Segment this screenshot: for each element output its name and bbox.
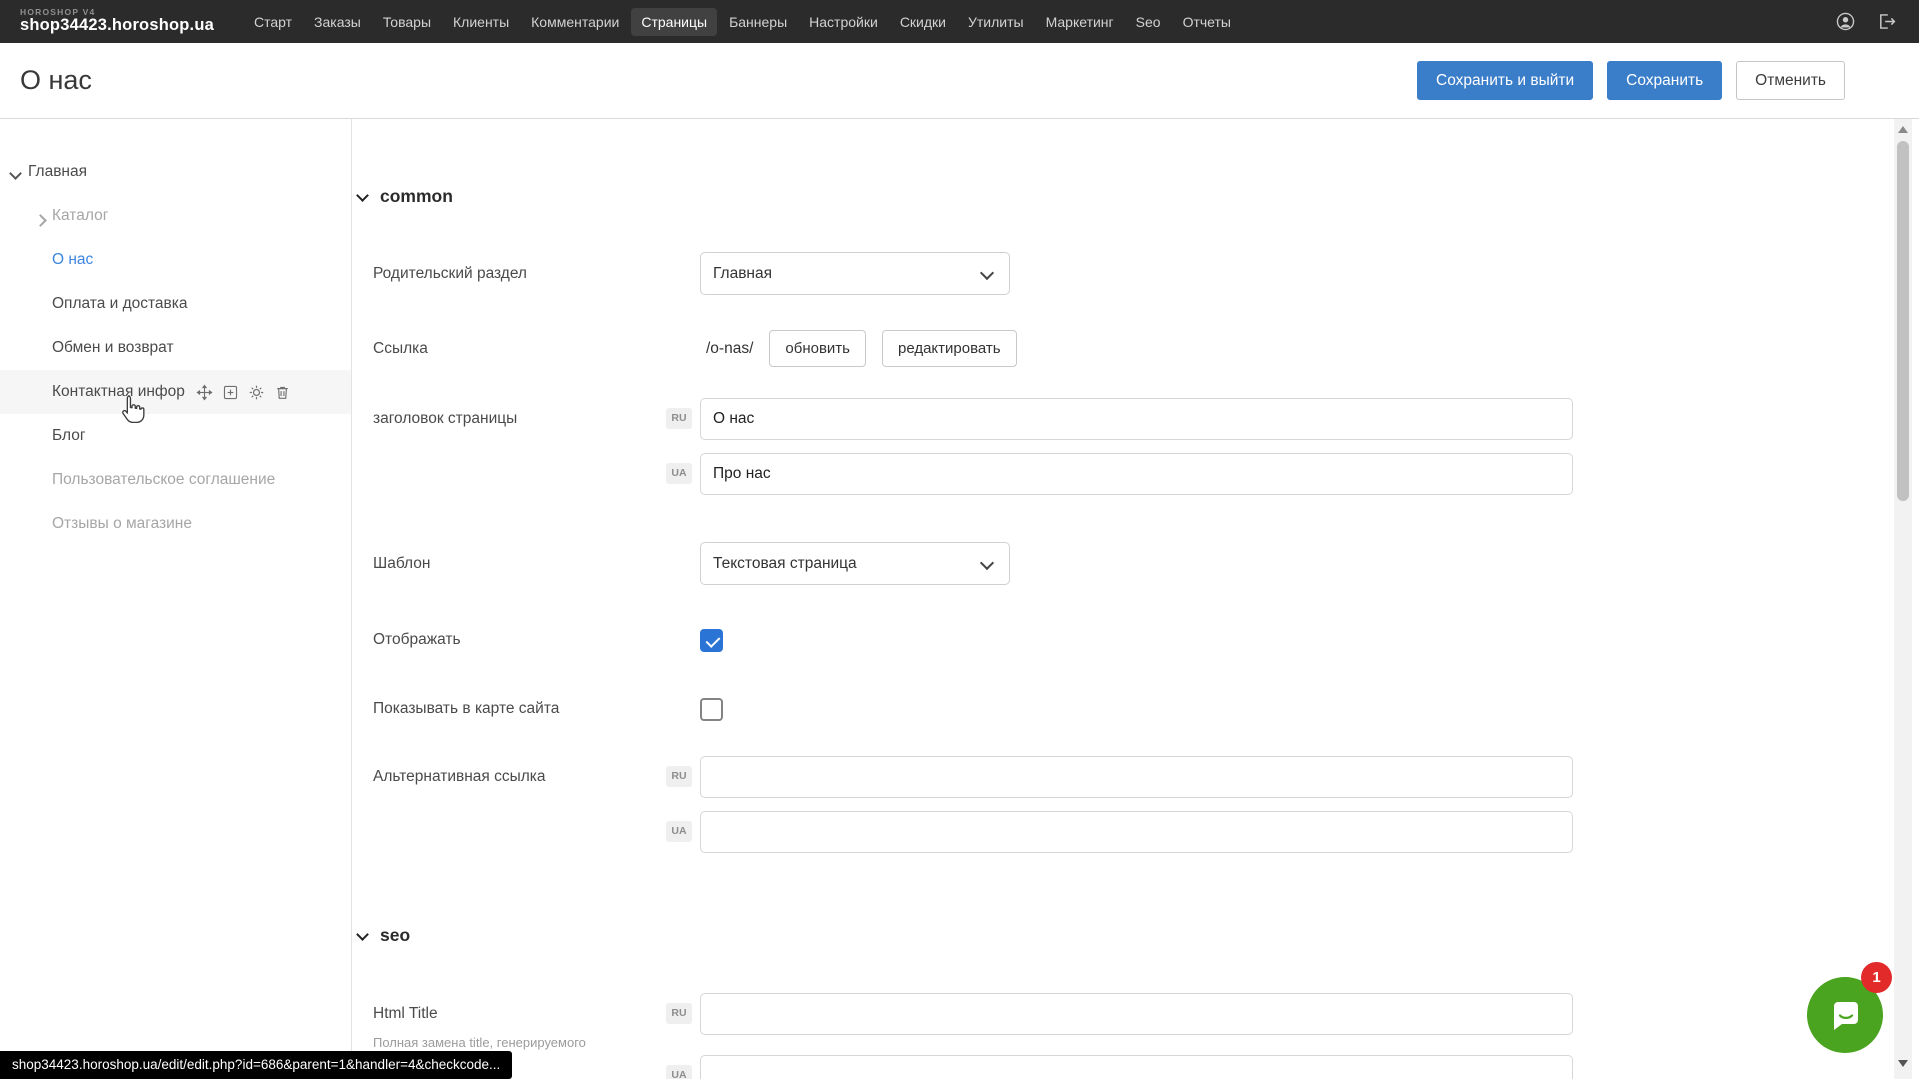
display-label: Отображать <box>373 628 461 652</box>
scrollbar-thumb[interactable] <box>1897 141 1909 501</box>
sidebar-item[interactable]: Оплата и доставка <box>0 282 351 326</box>
sidebar-item-label: Пользовательское соглашение <box>52 471 275 489</box>
lang-badge-ua: UA <box>666 463 692 484</box>
chat-unread-badge: 1 <box>1861 962 1892 993</box>
template-select[interactable]: Текстовая страница <box>700 542 1010 585</box>
status-url-bar: shop34423.horoshop.ua/edit/edit.php?id=6… <box>0 1051 512 1079</box>
edit-link-button[interactable]: редактировать <box>882 330 1017 367</box>
nav-menu: Старт Заказы Товары Клиенты Комментарии … <box>243 8 1242 36</box>
sidebar-item-actions <box>196 384 291 401</box>
sitemap-checkbox[interactable] <box>700 698 723 721</box>
page-title-label: заголовок страницы <box>373 398 517 440</box>
page: HOROSHOP V4 shop34423.horoshop.ua Старт … <box>0 0 1919 1079</box>
nav-item[interactable]: Комментарии <box>521 8 629 36</box>
header-buttons: Сохранить и выйти Сохранить Отменить <box>1417 61 1845 100</box>
chevron-down-icon <box>357 191 368 202</box>
nav-item[interactable]: Отчеты <box>1173 8 1241 36</box>
sidebar-item-label: Отзывы о магазине <box>52 515 192 533</box>
logo-shop-domain: shop34423.horoshop.ua <box>20 17 243 34</box>
sidebar-item[interactable]: Отзывы о магазине <box>0 502 351 546</box>
nav-item[interactable]: Старт <box>244 8 302 36</box>
alt-link-ru-input[interactable] <box>700 756 1573 798</box>
nav-item[interactable]: Товары <box>373 8 441 36</box>
html-title-label: Html Title <box>373 993 438 1035</box>
sidebar-item-label: Блог <box>52 427 86 445</box>
cancel-button[interactable]: Отменить <box>1736 61 1845 100</box>
sidebar-item-label: Каталог <box>52 207 108 225</box>
alt-link-label: Альтернативная ссылка <box>373 756 546 798</box>
tree-chevron-icon[interactable] <box>34 216 46 228</box>
nav-item[interactable]: Seo <box>1126 8 1171 36</box>
link-path: /o-nas/ <box>706 340 753 358</box>
nav-item[interactable]: Скидки <box>890 8 956 36</box>
settings-gear-icon[interactable] <box>248 384 265 401</box>
nav-item[interactable]: Заказы <box>304 8 371 36</box>
account-icon[interactable] <box>1835 11 1856 32</box>
page-title-ua-input[interactable] <box>700 453 1573 495</box>
logo[interactable]: HOROSHOP V4 shop34423.horoshop.ua <box>20 8 243 34</box>
logout-icon[interactable] <box>1876 11 1897 32</box>
sidebar-item[interactable]: Обмен и возврат <box>0 326 351 370</box>
sidebar-item[interactable]: Пользовательское соглашение <box>0 458 351 502</box>
nav-item[interactable]: Баннеры <box>719 8 797 36</box>
chat-bubble-icon <box>1825 995 1865 1035</box>
section-seo-title: seo <box>380 925 410 946</box>
chevron-down-icon <box>357 930 368 941</box>
scrollbar-down-arrow[interactable] <box>1898 1060 1908 1067</box>
nav-item[interactable]: Клиенты <box>443 8 519 36</box>
lang-badge-ru: RU <box>666 766 692 787</box>
scrollbar-up-arrow[interactable] <box>1898 126 1908 133</box>
link-row: /o-nas/ обновить редактировать <box>706 330 1017 367</box>
sitemap-label: Показывать в карте сайта <box>373 697 559 721</box>
pages-tree-sidebar: Главная <box>0 119 352 1079</box>
move-icon[interactable] <box>196 384 213 401</box>
html-title-hint: Полная замена title, генерируемого <box>373 1035 586 1050</box>
nav-right <box>1835 11 1897 32</box>
parent-section-value: Главная <box>713 265 772 282</box>
template-label: Шаблон <box>373 542 430 585</box>
section-seo[interactable]: seo <box>357 925 410 946</box>
html-title-ua-input[interactable] <box>700 1055 1573 1079</box>
refresh-link-button[interactable]: обновить <box>769 330 866 367</box>
parent-section-label: Родительский раздел <box>373 252 527 295</box>
link-label: Ссылка <box>373 330 428 367</box>
lang-badge-ru: RU <box>666 1003 692 1024</box>
nav-item[interactable]: Маркетинг <box>1036 8 1124 36</box>
html-title-ru-input[interactable] <box>700 993 1573 1035</box>
sidebar-item[interactable]: Блог <box>0 414 351 458</box>
section-common[interactable]: common <box>357 186 453 207</box>
top-navbar: HOROSHOP V4 shop34423.horoshop.ua Старт … <box>0 0 1919 43</box>
lang-badge-ua: UA <box>666 1065 692 1079</box>
nav-item[interactable]: Настройки <box>799 8 888 36</box>
nav-item[interactable]: Утилиты <box>958 8 1034 36</box>
delete-trash-icon[interactable] <box>274 384 291 401</box>
sidebar-item[interactable]: Каталог <box>0 194 351 238</box>
sidebar-item-label: Главная <box>28 163 87 181</box>
page-title-ru-input[interactable] <box>700 398 1573 440</box>
sidebar-item[interactable]: О нас <box>0 238 351 282</box>
save-and-exit-button[interactable]: Сохранить и выйти <box>1417 61 1593 100</box>
page-title: О нас <box>20 65 92 96</box>
parent-section-select[interactable]: Главная <box>700 252 1010 295</box>
save-button[interactable]: Сохранить <box>1607 61 1722 100</box>
sidebar-item[interactable]: Контактная инфор <box>0 370 351 414</box>
lang-badge-ru: RU <box>666 408 692 429</box>
add-page-icon[interactable] <box>222 384 239 401</box>
sidebar-item[interactable]: Главная <box>0 150 351 194</box>
sidebar-item-label: О нас <box>52 251 93 269</box>
alt-link-ua-input[interactable] <box>700 811 1573 853</box>
section-common-title: common <box>380 186 453 207</box>
template-value: Текстовая страница <box>713 555 857 572</box>
lang-badge-ua: UA <box>666 821 692 842</box>
display-checkbox[interactable] <box>700 629 723 652</box>
cursor-pointer-icon <box>116 393 149 426</box>
nav-item[interactable]: Страницы <box>631 8 717 36</box>
sidebar-item-label: Обмен и возврат <box>52 339 174 357</box>
sidebar-item-label: Оплата и доставка <box>52 295 188 313</box>
tree-chevron-icon[interactable] <box>9 172 21 184</box>
page-header: О нас Сохранить и выйти Сохранить Отмени… <box>0 43 1919 119</box>
